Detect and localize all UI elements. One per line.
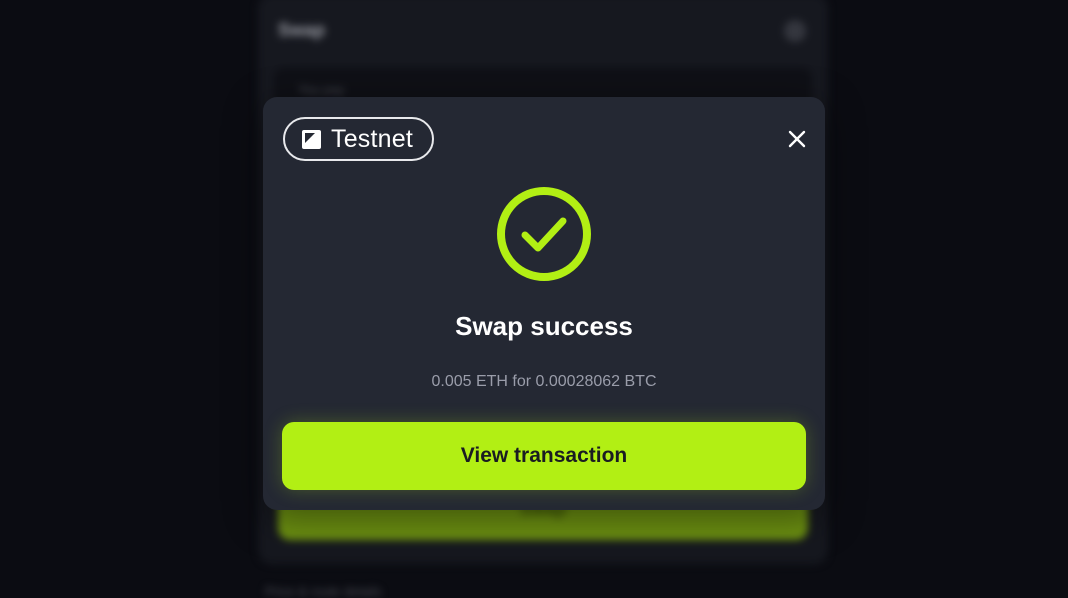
network-badge[interactable]: Testnet: [283, 117, 434, 161]
view-transaction-button[interactable]: View transaction: [282, 422, 806, 490]
check-circle-icon: [497, 187, 591, 281]
background-footer-text: Price & route details: [265, 584, 382, 598]
swap-success-modal: Testnet Swap success 0.005 ETH for 0.000…: [263, 97, 825, 510]
close-icon[interactable]: [787, 129, 807, 149]
swap-summary: 0.005 ETH for 0.00028062 BTC: [431, 373, 657, 390]
testnet-icon: [302, 129, 321, 149]
network-label: Testnet: [331, 124, 414, 153]
screen: Swap You pay Swap Price & route details …: [0, 0, 1068, 598]
modal-title: Swap success: [455, 311, 633, 341]
background-settings-icon: [784, 20, 806, 42]
background-panel-title: Swap: [278, 20, 326, 40]
background-field-label: You pay: [298, 82, 345, 97]
